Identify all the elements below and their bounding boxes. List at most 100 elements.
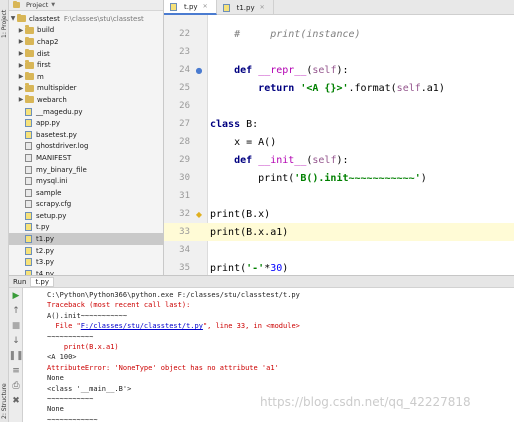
trash-icon[interactable]: ✖: [9, 393, 23, 408]
output-line: None: [47, 374, 64, 383]
folder-icon: [25, 94, 34, 104]
tree-item-label: __magedu.py: [36, 107, 83, 116]
folder-icon: [25, 60, 34, 69]
root-name: classtest: [29, 14, 60, 23]
folder-icon: [25, 83, 34, 92]
tree-item-label: ghostdriver.log: [36, 142, 89, 151]
chevron-right-icon[interactable]: ▶: [17, 50, 25, 57]
wrap-icon[interactable]: ≡: [9, 363, 23, 378]
tree-item[interactable]: ▶ webarch: [9, 94, 163, 106]
side-tab-project[interactable]: 1: Project: [0, 4, 9, 44]
tree-item-label: t2.py: [36, 246, 55, 255]
python-file-icon: [25, 235, 32, 244]
tree-item[interactable]: my_binary_file: [9, 164, 163, 176]
tree-item[interactable]: ▶ m: [9, 71, 163, 83]
project-panel: Project ▼ ▼ classtest F:\classes\stu\cla…: [9, 0, 164, 275]
tree-item[interactable]: MANIFEST: [9, 152, 163, 164]
tree-item[interactable]: t2.py: [9, 245, 163, 257]
code-editor[interactable]: 22 # print(instance) 23 24 ● def __repr__…: [164, 15, 514, 275]
tree-item[interactable]: ▶ dist: [9, 48, 163, 60]
tree-item-label: app.py: [36, 119, 60, 128]
code-line: 32 ◆ print(B.x): [179, 208, 271, 220]
python-file-icon: [25, 119, 32, 128]
python-file-icon: [222, 3, 230, 12]
tree-item-label: multispider: [37, 84, 77, 93]
python-file-icon: [25, 223, 32, 232]
folder-icon: [25, 25, 34, 34]
tree-item[interactable]: ▶ first: [9, 59, 163, 71]
output-line: print(B.x.a1): [47, 343, 119, 352]
stop-icon[interactable]: ■: [9, 318, 23, 333]
output-line: ~~~~~~~~~~~~: [47, 415, 98, 422]
output-line: <A 100>: [47, 353, 77, 362]
code-line: 34: [179, 245, 190, 255]
output-line: AttributeError: 'NoneType' object has no…: [47, 363, 279, 372]
tree-item[interactable]: t3.py: [9, 256, 163, 268]
tree-item[interactable]: t.py: [9, 222, 163, 234]
tree-item[interactable]: ghostdriver.log: [9, 141, 163, 153]
file-icon: [25, 142, 32, 151]
python-file-icon: [25, 107, 32, 116]
tree-item[interactable]: sample: [9, 187, 163, 199]
output-text: File ": [47, 322, 81, 331]
code-line: 22 # print(instance): [179, 28, 361, 40]
code-line: 26: [179, 101, 190, 111]
root-path: F:\classes\stu\classtest: [63, 14, 144, 23]
override-marker-icon[interactable]: ●: [190, 66, 208, 75]
python-file-icon: [25, 246, 32, 255]
tree-item[interactable]: mysql.ini: [9, 175, 163, 187]
tree-item[interactable]: ▶ multispider: [9, 83, 163, 95]
tree-item-label: first: [37, 61, 51, 70]
chevron-down-icon[interactable]: ▼: [9, 15, 17, 22]
tree-root[interactable]: ▼ classtest F:\classes\stu\classtest: [9, 13, 163, 25]
close-icon[interactable]: ✕: [203, 3, 208, 10]
run-tab[interactable]: t.py: [30, 276, 54, 287]
code-line: 27 class B:: [179, 118, 259, 130]
tab-label: t.py: [184, 2, 198, 11]
tree-item-label: setup.py: [36, 211, 67, 220]
file-icon: [25, 177, 32, 186]
project-header: Project ▼: [9, 0, 163, 11]
file-link[interactable]: F:/classes/stu/classtest/t.py: [81, 322, 203, 330]
file-icon: [25, 200, 32, 209]
chevron-right-icon[interactable]: ▶: [17, 38, 25, 45]
output-line: Traceback (most recent call last):: [47, 301, 191, 310]
tree-item[interactable]: app.py: [9, 117, 163, 129]
tab-label: t1.py: [236, 3, 255, 12]
chevron-right-icon[interactable]: ▶: [17, 27, 25, 34]
chevron-down-icon[interactable]: ▼: [51, 2, 55, 8]
print-icon[interactable]: ⎙: [9, 378, 23, 393]
rerun-icon[interactable]: ▶: [9, 288, 23, 303]
project-header-label: Project: [26, 1, 49, 9]
tree-item[interactable]: ▶ build: [9, 25, 163, 37]
tab-t-py[interactable]: t.py ✕: [164, 0, 217, 15]
tab-t1-py[interactable]: t1.py ✕: [217, 0, 274, 15]
tree-item-label: t.py: [36, 223, 50, 232]
tree-item-label: t3.py: [36, 258, 55, 267]
output-line: <class '__main__.B'>: [47, 384, 132, 393]
chevron-right-icon[interactable]: ▶: [17, 62, 25, 69]
tree-item[interactable]: scrapy.cfg: [9, 199, 163, 211]
output-line: ~~~~~~~~~~~: [47, 332, 94, 341]
watermark-text: https://blog.csdn.net/qq_42227818: [260, 395, 471, 409]
chevron-right-icon[interactable]: ▶: [17, 73, 25, 80]
output-line: File "F:/classes/stu/classtest/t.py", li…: [47, 321, 514, 331]
side-tab-structure[interactable]: 2: Structure: [0, 382, 9, 420]
chevron-right-icon[interactable]: ▶: [17, 85, 25, 92]
close-icon[interactable]: ✕: [260, 4, 265, 11]
tree-item[interactable]: __magedu.py: [9, 106, 163, 118]
up-arrow-icon[interactable]: ↑: [9, 303, 23, 318]
pause-icon[interactable]: ❚❚: [8, 348, 23, 363]
tree-item-label: sample: [36, 188, 62, 197]
tree-item[interactable]: t4.py: [9, 268, 163, 275]
tree-item[interactable]: ▶ chap2: [9, 36, 163, 48]
chevron-right-icon[interactable]: ▶: [17, 96, 25, 103]
tree-item[interactable]: basetest.py: [9, 129, 163, 141]
tree-item-label: basetest.py: [36, 130, 77, 139]
code-line: 25 return '<A {}>'.format(self.a1): [179, 82, 445, 94]
tree-item[interactable]: t1.py: [9, 233, 163, 245]
down-arrow-icon[interactable]: ↓: [9, 333, 23, 348]
tree-item[interactable]: setup.py: [9, 210, 163, 222]
run-header-label: Run: [13, 277, 27, 286]
bulb-icon[interactable]: ◆: [190, 210, 208, 219]
